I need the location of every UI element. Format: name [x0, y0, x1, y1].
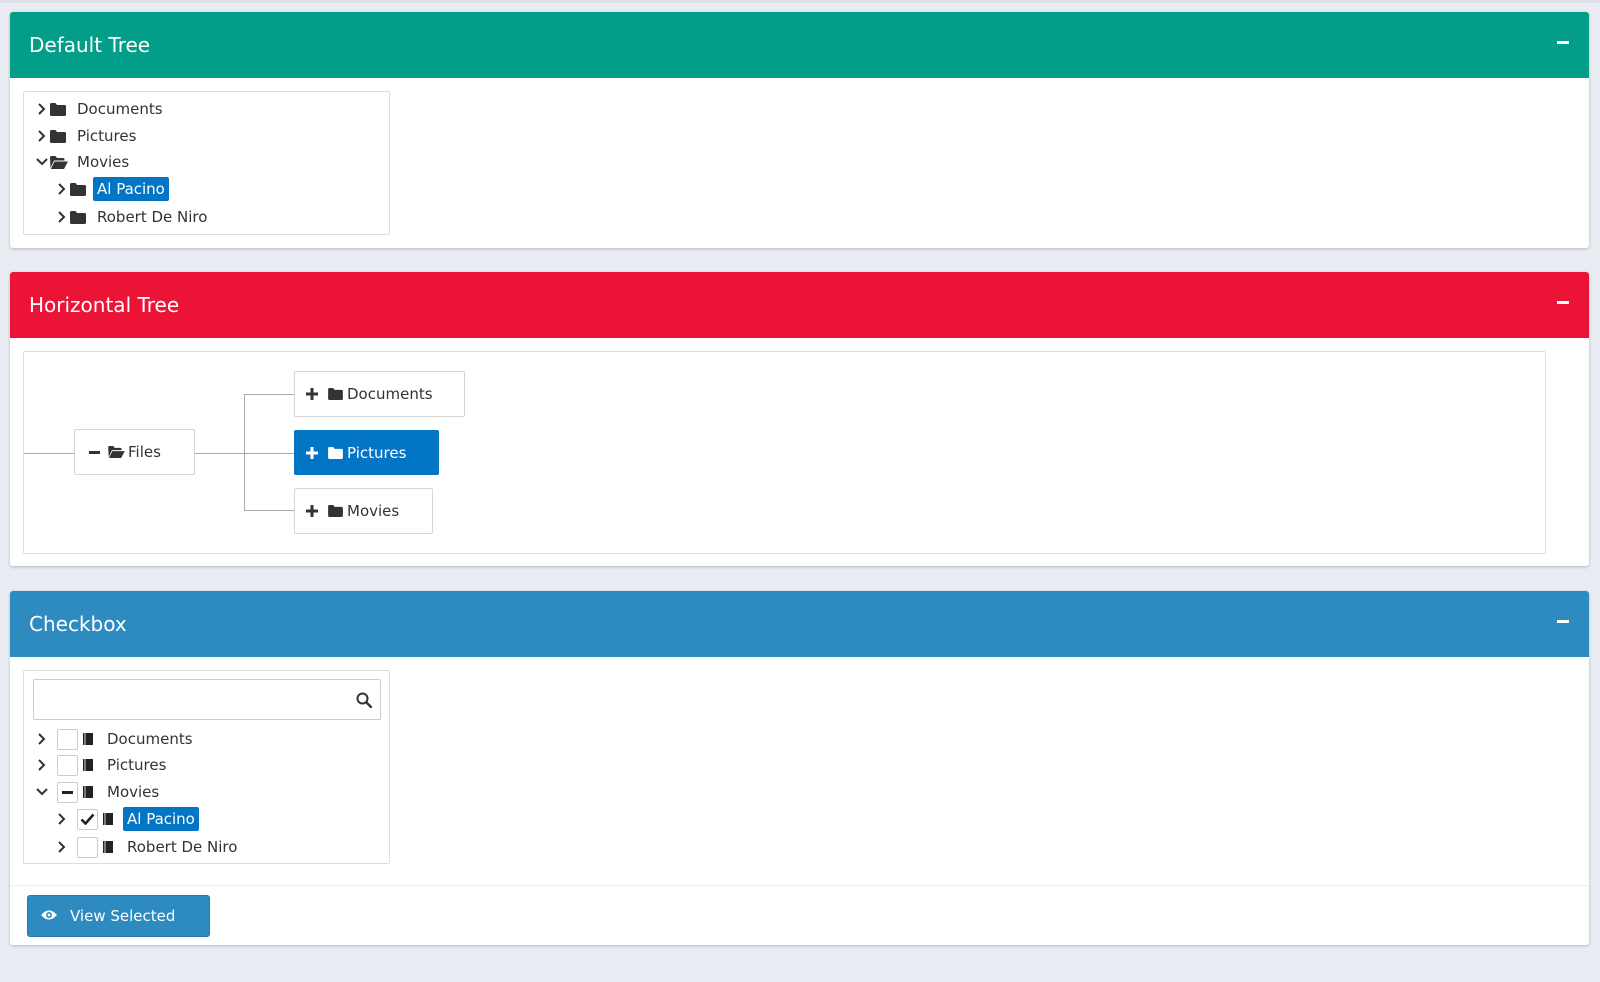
- chevron-right-icon[interactable]: [34, 124, 50, 148]
- panel-footer: View Selected: [10, 885, 1589, 945]
- chevron-right-icon[interactable]: [54, 835, 70, 859]
- book-icon: [83, 780, 99, 804]
- checkbox[interactable]: [57, 728, 78, 750]
- connector-line: [244, 510, 294, 511]
- book-icon: [103, 807, 119, 831]
- tree-node-label[interactable]: Movies: [103, 780, 163, 804]
- chevron-right-icon[interactable]: [34, 97, 50, 121]
- chevron-down-icon[interactable]: [34, 150, 50, 174]
- node-label: Pictures: [347, 443, 407, 462]
- view-selected-button[interactable]: View Selected: [27, 895, 210, 937]
- tree-node-label[interactable]: Movies: [73, 150, 133, 174]
- tree-node-documents[interactable]: Documents: [34, 97, 167, 121]
- search-input[interactable]: [34, 680, 380, 719]
- folder-icon: [70, 205, 88, 229]
- node-label: Movies: [347, 502, 400, 520]
- minus-icon: [1557, 301, 1569, 304]
- chevron-down-icon[interactable]: [34, 780, 50, 804]
- connector-line: [244, 394, 294, 395]
- book-icon: [83, 753, 99, 777]
- checkbox-checked[interactable]: [77, 808, 98, 830]
- tree-node-label-selected[interactable]: Al Pacino: [93, 177, 169, 201]
- checkbox[interactable]: [77, 836, 98, 858]
- tree-node-label[interactable]: Pictures: [73, 124, 140, 148]
- checkbox-tree-panel: Checkbox Documents Pictures Movies Al Pa…: [10, 591, 1589, 945]
- collapse-button[interactable]: [1557, 611, 1571, 631]
- tree-node-movies[interactable]: Movies: [294, 488, 433, 534]
- minus-icon: [62, 790, 73, 794]
- tree-node-pictures[interactable]: Pictures: [34, 124, 140, 148]
- eye-icon: [40, 909, 58, 923]
- tree-node-label[interactable]: Documents: [73, 97, 167, 121]
- tree-node-al-pacino[interactable]: Al Pacino: [54, 177, 169, 201]
- collapse-button[interactable]: [1557, 292, 1571, 312]
- chevron-right-icon[interactable]: [34, 753, 50, 777]
- folder-icon: [50, 124, 68, 148]
- search-icon[interactable]: [356, 692, 373, 709]
- connector-line: [244, 394, 245, 511]
- plus-icon[interactable]: [306, 446, 318, 459]
- view-selected-label: View Selected: [70, 907, 176, 925]
- tree-node-pictures[interactable]: Pictures: [34, 753, 170, 777]
- minus-icon: [1557, 41, 1569, 44]
- plus-icon[interactable]: [306, 505, 318, 517]
- node-label: Files: [128, 443, 161, 461]
- search-box: [33, 679, 381, 720]
- plus-icon[interactable]: [306, 388, 318, 400]
- chevron-right-icon[interactable]: [54, 807, 70, 831]
- tree-node-pictures[interactable]: Pictures: [294, 430, 439, 475]
- panel-title: Default Tree: [29, 33, 151, 57]
- node-label: Documents: [347, 385, 433, 403]
- tree-node-al-pacino[interactable]: Al Pacino: [54, 807, 199, 831]
- panel-header: Default Tree: [10, 12, 1589, 78]
- tree-node-label[interactable]: Robert De Niro: [123, 835, 241, 859]
- tree-node-documents[interactable]: Documents: [294, 371, 465, 417]
- chevron-right-icon[interactable]: [54, 177, 70, 201]
- minus-icon[interactable]: [89, 450, 100, 454]
- check-icon: [80, 813, 95, 825]
- panel-header: Checkbox: [10, 591, 1589, 657]
- panel-header: Horizontal Tree: [10, 272, 1589, 338]
- tree-node-label[interactable]: Pictures: [103, 753, 170, 777]
- folder-icon: [70, 177, 88, 201]
- checkbox-tree: Documents Pictures Movies Al Pacino Robe…: [23, 670, 390, 864]
- book-icon: [83, 727, 99, 751]
- tree-node-files[interactable]: Files: [74, 429, 195, 475]
- checkbox[interactable]: [57, 754, 78, 776]
- folder-icon: [328, 446, 343, 459]
- folder-icon: [328, 505, 343, 517]
- folder-open-icon: [108, 446, 125, 458]
- folder-icon: [50, 97, 68, 121]
- tree-node-documents[interactable]: Documents: [34, 727, 197, 751]
- horizontal-tree-panel: Horizontal Tree Files Documents Pictures: [10, 272, 1589, 566]
- connector-line: [24, 453, 74, 454]
- tree-node-label-selected[interactable]: Al Pacino: [123, 807, 199, 831]
- panel-title: Checkbox: [29, 612, 127, 636]
- tree-node-robert-de-niro[interactable]: Robert De Niro: [54, 835, 241, 859]
- tree-node-movies[interactable]: Movies: [34, 150, 133, 174]
- book-icon: [103, 835, 119, 859]
- tree-node-robert-de-niro[interactable]: Robert De Niro: [54, 205, 211, 229]
- panel-title: Horizontal Tree: [29, 293, 180, 317]
- folder-open-icon: [50, 150, 68, 174]
- chevron-right-icon[interactable]: [34, 727, 50, 751]
- tree-node-movies[interactable]: Movies: [34, 780, 163, 804]
- tree-node-label[interactable]: Robert De Niro: [93, 205, 211, 229]
- tree-node-label[interactable]: Documents: [103, 727, 197, 751]
- default-tree: Documents Pictures Movies Al Pacino Robe…: [23, 91, 390, 235]
- default-tree-panel: Default Tree Documents Pictures Movies A…: [10, 12, 1589, 248]
- top-border: [0, 0, 1600, 3]
- collapse-button[interactable]: [1557, 32, 1571, 52]
- folder-icon: [328, 388, 343, 400]
- chevron-right-icon[interactable]: [54, 205, 70, 229]
- minus-icon: [1557, 620, 1569, 623]
- horizontal-tree: Files Documents Pictures Movies: [23, 351, 1546, 554]
- checkbox-partial[interactable]: [57, 781, 78, 803]
